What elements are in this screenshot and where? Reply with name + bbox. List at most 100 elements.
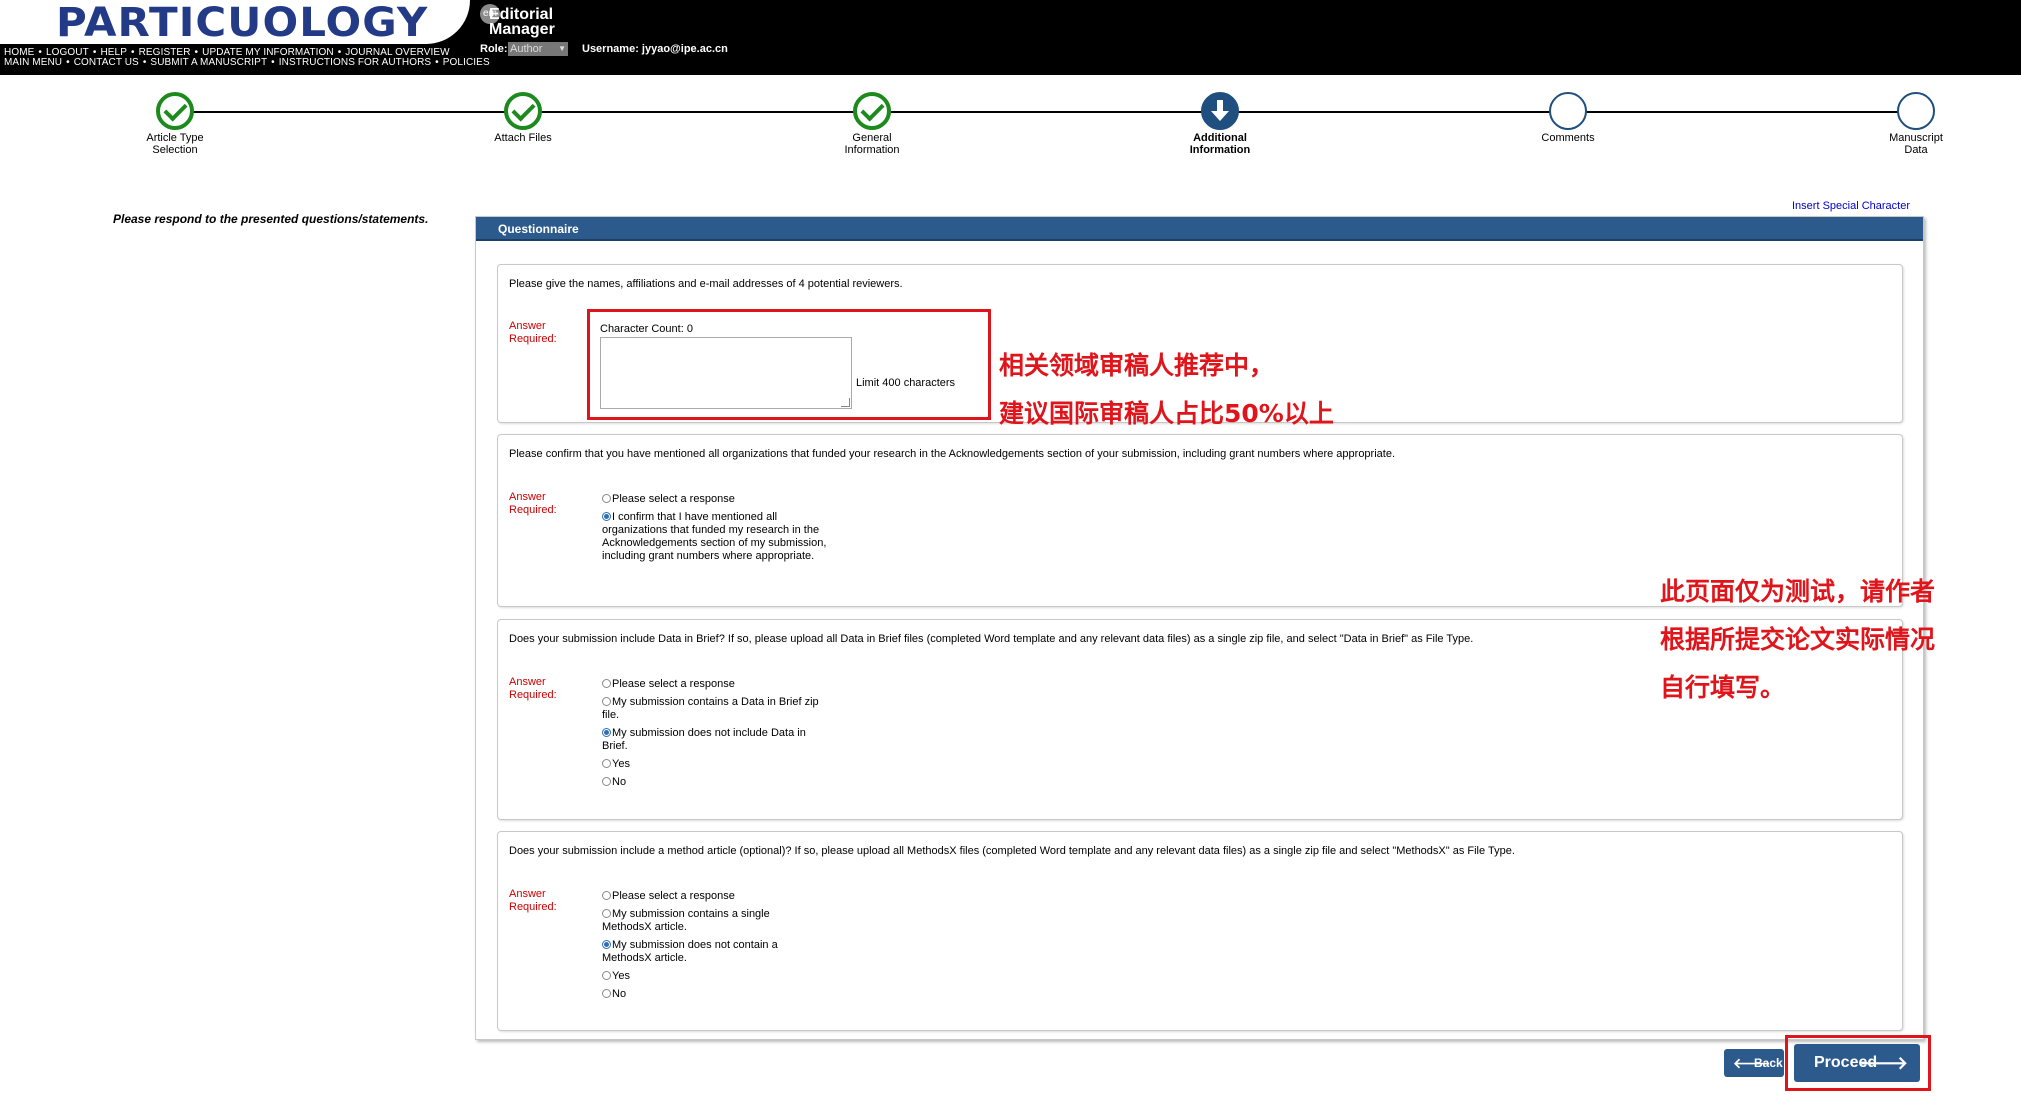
annotation-reviewers-note: 相关领域审稿人推荐中， 建议国际审稿人占比50%以上 xyxy=(999,342,1334,438)
arrow-right-icon: 🡒 xyxy=(1859,1053,1908,1073)
option-label: Please select a response xyxy=(612,890,735,902)
annotation-line: 相关领域审稿人推荐中， xyxy=(999,351,1275,380)
radio-option[interactable]: Please select a response xyxy=(602,493,842,506)
question-text: Does your submission include Data in Bri… xyxy=(509,633,1474,645)
role-value: Author xyxy=(510,43,543,55)
proceed-button[interactable]: Proceed 🡒 xyxy=(1794,1044,1920,1082)
option-label: Please select a response xyxy=(612,678,735,690)
nav-contact-us[interactable]: CONTACT US xyxy=(74,57,139,68)
empty-circle-icon xyxy=(1897,92,1935,130)
step-label: General Information xyxy=(772,132,972,156)
radio-button[interactable] xyxy=(602,494,611,503)
step-label-line2: Information xyxy=(844,144,900,156)
step-label-line1: Comments xyxy=(1541,132,1595,144)
radio-option[interactable]: My submission does not contain a Methods… xyxy=(602,939,817,965)
step-comments: Comments xyxy=(1468,92,1668,144)
step-label-line2: Information xyxy=(1189,144,1251,156)
role-label: Role: xyxy=(480,43,508,55)
radio-button[interactable] xyxy=(602,909,611,918)
funding-options: Please select a response I confirm that … xyxy=(602,493,842,568)
option-label: Yes xyxy=(612,758,630,770)
radio-button[interactable] xyxy=(602,777,611,786)
check-circle-icon xyxy=(504,92,542,130)
radio-option[interactable]: No xyxy=(602,776,827,789)
radio-option[interactable]: Please select a response xyxy=(602,890,817,903)
data-in-brief-options: Please select a response My submission c… xyxy=(602,678,827,794)
option-label: Yes xyxy=(612,970,630,982)
radio-option[interactable]: My submission contains a single MethodsX… xyxy=(602,908,817,934)
radio-button-selected[interactable] xyxy=(602,728,611,737)
answer-required-label: Answer Required: xyxy=(509,888,569,914)
step-label: Additional Information xyxy=(1120,132,1320,156)
annotation-line: 根据所提交论文实际情况 xyxy=(1660,625,1936,654)
app-header: PARTICUOLOGY HOME • LOGOUT • HELP • REGISTER • U… xyxy=(0,0,2021,75)
logo-plate: PARTICUOLOGY xyxy=(0,0,470,46)
annotation-test-note: 此页面仅为测试，请作者 根据所提交论文实际情况 自行填写。 xyxy=(1660,568,1935,712)
journal-logo[interactable]: PARTICUOLOGY xyxy=(56,0,428,46)
check-circle-icon xyxy=(853,92,891,130)
step-label-line1: Manuscript xyxy=(1889,132,1943,144)
radio-button-selected[interactable] xyxy=(602,940,611,949)
step-label-line1: Additional xyxy=(1193,132,1247,144)
step-label: Attach Files xyxy=(423,132,623,144)
page-instructions: Please respond to the presented question… xyxy=(113,212,429,226)
option-label: My submission contains a Data in Brief z… xyxy=(602,696,819,721)
question-text: Please confirm that you have mentioned a… xyxy=(509,448,1396,460)
back-button[interactable]: 🡐 Back xyxy=(1724,1049,1784,1077)
step-label-line1: Attach Files xyxy=(494,132,552,144)
question-text: Please give the names, affiliations and … xyxy=(509,278,903,290)
step-label: Article Type Selection xyxy=(75,132,275,156)
step-label: Comments xyxy=(1468,132,1668,144)
option-label: My submission does not contain a Methods… xyxy=(602,939,778,964)
required-line1: Answer xyxy=(509,888,546,900)
annotation-line: 自行填写。 xyxy=(1660,673,1786,702)
answer-required-label: Answer Required: xyxy=(509,491,569,517)
nav-instructions[interactable]: INSTRUCTIONS FOR AUTHORS xyxy=(279,57,431,68)
radio-option[interactable]: My submission does not include Data in B… xyxy=(602,727,827,753)
radio-button[interactable] xyxy=(602,679,611,688)
nav-policies[interactable]: POLICIES xyxy=(443,57,490,68)
radio-option[interactable]: Yes xyxy=(602,970,817,983)
nav-row-2: MAIN MENU • CONTACT US • SUBMIT A MANUSCRIPT… xyxy=(4,57,490,68)
arrow-left-icon: 🡐 xyxy=(1733,1055,1771,1071)
radio-option[interactable]: I confirm that I have mentioned all orga… xyxy=(602,511,842,563)
step-label-line1: General xyxy=(852,132,892,144)
methodsx-options: Please select a response My submission c… xyxy=(602,890,817,1006)
radio-option[interactable]: No xyxy=(602,988,817,1001)
required-line2: Required: xyxy=(509,504,557,516)
nav-main-menu[interactable]: MAIN MENU xyxy=(4,57,62,68)
step-article-type[interactable]: Article Type Selection xyxy=(75,92,275,156)
step-label-line2: Data xyxy=(1904,144,1928,156)
em-title-line1: Editorial xyxy=(489,6,554,23)
step-manuscript-data: Manuscript Data xyxy=(1816,92,2016,156)
required-line2: Required: xyxy=(509,901,557,913)
nav-submit-manuscript[interactable]: SUBMIT A MANUSCRIPT xyxy=(150,57,267,68)
required-line1: Answer xyxy=(509,320,546,332)
option-label: No xyxy=(612,988,627,1000)
radio-button[interactable] xyxy=(602,891,611,900)
role-select[interactable]: Author ▼ xyxy=(508,42,568,56)
radio-button-selected[interactable] xyxy=(602,512,611,521)
radio-button[interactable] xyxy=(602,697,611,706)
step-attach-files[interactable]: Attach Files xyxy=(423,92,623,144)
radio-option[interactable]: Please select a response xyxy=(602,678,827,691)
question-methodsx: Does your submission include a method ar… xyxy=(497,831,1903,1031)
step-label: Manuscript Data xyxy=(1816,132,2016,156)
insert-special-character-link[interactable]: Insert Special Character xyxy=(1792,200,1910,212)
step-additional-info: Additional Information xyxy=(1120,92,1320,156)
panel-title: Questionnaire xyxy=(476,217,1923,241)
required-line2: Required: xyxy=(509,333,557,345)
step-general-info[interactable]: General Information xyxy=(772,92,972,156)
radio-option[interactable]: Yes xyxy=(602,758,827,771)
chevron-down-icon: ▼ xyxy=(558,44,566,53)
option-label: Please select a response xyxy=(612,493,735,505)
radio-button[interactable] xyxy=(602,759,611,768)
annotation-line: 建议国际审稿人占比50%以上 xyxy=(999,399,1334,428)
required-line1: Answer xyxy=(509,676,546,688)
radio-button[interactable] xyxy=(602,971,611,980)
username: Username: jyyao@ipe.ac.cn xyxy=(582,43,728,55)
radio-button[interactable] xyxy=(602,989,611,998)
radio-option[interactable]: My submission contains a Data in Brief z… xyxy=(602,696,827,722)
step-label-line1: Article Type xyxy=(146,132,204,144)
required-line2: Required: xyxy=(509,689,557,701)
